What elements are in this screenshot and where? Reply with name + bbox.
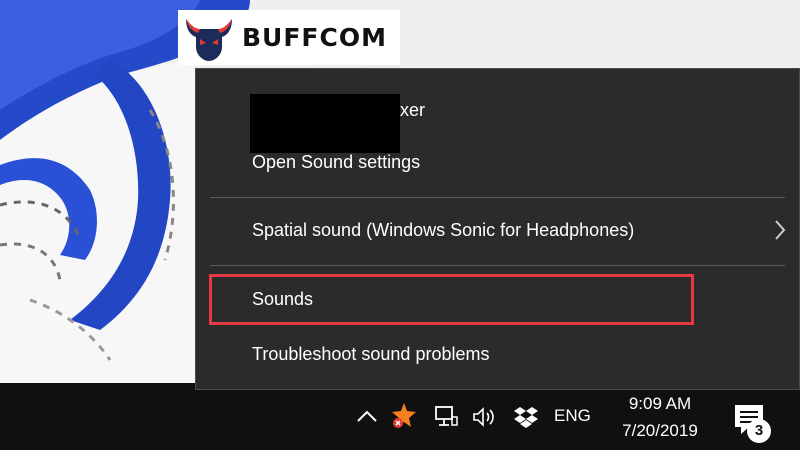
menu-item-spatial-sound[interactable]: Spatial sound (Windows Sonic for Headpho… xyxy=(196,210,799,250)
menu-separator xyxy=(210,265,785,266)
brand-watermark: BUFFCOM xyxy=(178,10,400,65)
menu-item-label: Spatial sound (Windows Sonic for Headpho… xyxy=(252,219,635,240)
menu-item-label: Sounds xyxy=(252,288,314,309)
menu-item-label: Troubleshoot sound problems xyxy=(252,343,490,364)
avast-icon[interactable] xyxy=(390,401,418,429)
clock-date: 7/20/2019 xyxy=(622,421,698,440)
menu-separator xyxy=(210,197,785,198)
notification-count-badge: 3 xyxy=(747,419,771,443)
taskbar: ENG 9:09 AM 7/20/2019 3 xyxy=(0,383,800,450)
language-indicator[interactable]: ENG xyxy=(554,406,591,426)
chevron-up-icon[interactable] xyxy=(353,403,381,431)
menu-item-troubleshoot[interactable]: Troubleshoot sound problems xyxy=(196,334,799,374)
clock-time: 9:09 AM xyxy=(628,394,692,413)
volume-icon[interactable] xyxy=(470,403,498,431)
dropbox-icon[interactable] xyxy=(512,403,540,431)
taskbar-clock[interactable]: 9:09 AM 7/20/2019 xyxy=(605,390,715,444)
brand-name: BUFFCOM xyxy=(242,23,387,52)
sound-context-menu: xer Open Sound settings Spatial sound (W… xyxy=(195,68,800,390)
menu-item-open-sound-settings[interactable]: Open Sound settings xyxy=(196,142,799,182)
network-icon[interactable] xyxy=(432,403,460,431)
bull-logo-icon xyxy=(186,18,232,61)
menu-item-sounds[interactable]: Sounds xyxy=(196,279,799,319)
menu-item-label: Open Sound settings xyxy=(252,151,421,172)
menu-item-label: xer xyxy=(400,99,426,120)
chevron-right-icon xyxy=(775,220,786,240)
